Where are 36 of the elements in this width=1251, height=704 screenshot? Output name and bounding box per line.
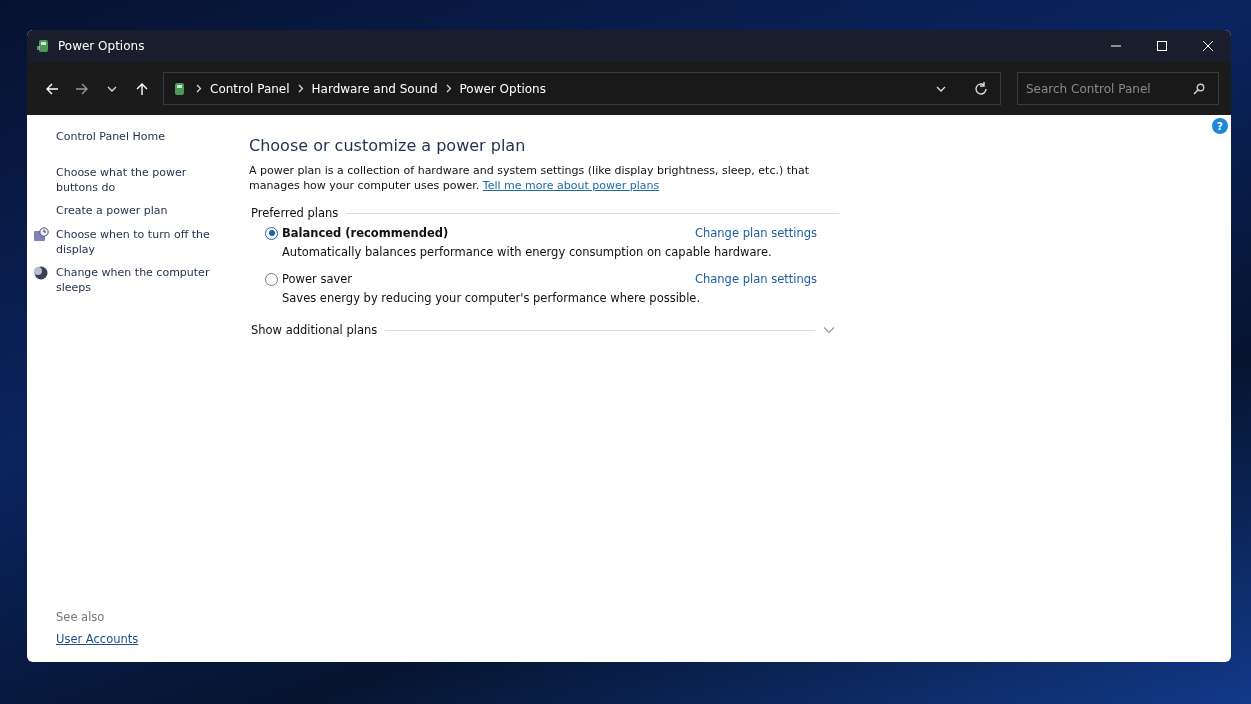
breadcrumb-item[interactable]: Power Options <box>459 81 546 96</box>
intro-paragraph: A power plan is a collection of hardware and system settings (like display brightness, sleep, etc.) that manages how your computer uses power. Tell me more about power plans <box>249 163 811 193</box>
sidebar-link[interactable]: Change when the computer sleeps <box>56 265 224 295</box>
show-additional-plans-label[interactable]: Show additional plans <box>251 323 378 337</box>
maximize-icon[interactable] <box>1156 40 1168 52</box>
radio-button[interactable] <box>265 226 278 240</box>
clock-icon <box>33 227 49 243</box>
moon-icon <box>33 265 49 281</box>
sidebar-link[interactable]: Control Panel Home <box>56 129 224 144</box>
chevron-right-icon <box>445 84 452 93</box>
plan-description: Saves energy by reducing your computer's performance where possible. <box>282 291 702 305</box>
change-plan-settings-link[interactable]: Change plan settings <box>694 226 817 240</box>
chevron-right-icon <box>297 84 304 93</box>
help-icon[interactable]: ? <box>1212 118 1228 134</box>
plan-name[interactable]: Balanced (recommended) <box>282 226 449 240</box>
window-title: Power Options <box>58 39 145 53</box>
plan-name[interactable]: Power saver <box>282 272 353 286</box>
group-label: Preferred plans <box>251 206 339 220</box>
search-icon <box>1193 83 1205 95</box>
chevron-right-icon <box>196 84 202 93</box>
see-also-link[interactable]: User Accounts <box>56 632 229 646</box>
page-heading: Choose or customize a power plan <box>249 136 527 155</box>
learn-more-link[interactable]: Tell me more about power plans <box>482 179 660 192</box>
radio-button[interactable] <box>265 272 278 286</box>
change-plan-settings-link[interactable]: Change plan settings <box>694 272 817 286</box>
sidebar-link[interactable]: Choose when to turn off the display <box>56 227 224 257</box>
refresh-icon[interactable] <box>974 81 988 96</box>
breadcrumb-item[interactable]: Control Panel <box>210 81 290 96</box>
sidebar-link[interactable]: Choose what the power buttons do <box>56 165 224 195</box>
plan-description: Automatically balances performance with energy consumption on capable hardware. <box>282 245 773 259</box>
address-bar[interactable]: Control Panel Hardware and Sound Power Options <box>163 72 1001 105</box>
search-field[interactable]: Search Control Panel <box>1017 72 1219 105</box>
close-icon[interactable] <box>1202 40 1214 52</box>
sidebar-link[interactable]: Create a power plan <box>56 203 224 218</box>
breadcrumb-item[interactable]: Hardware and Sound <box>311 81 438 96</box>
see-also-heading: See also <box>56 610 106 624</box>
